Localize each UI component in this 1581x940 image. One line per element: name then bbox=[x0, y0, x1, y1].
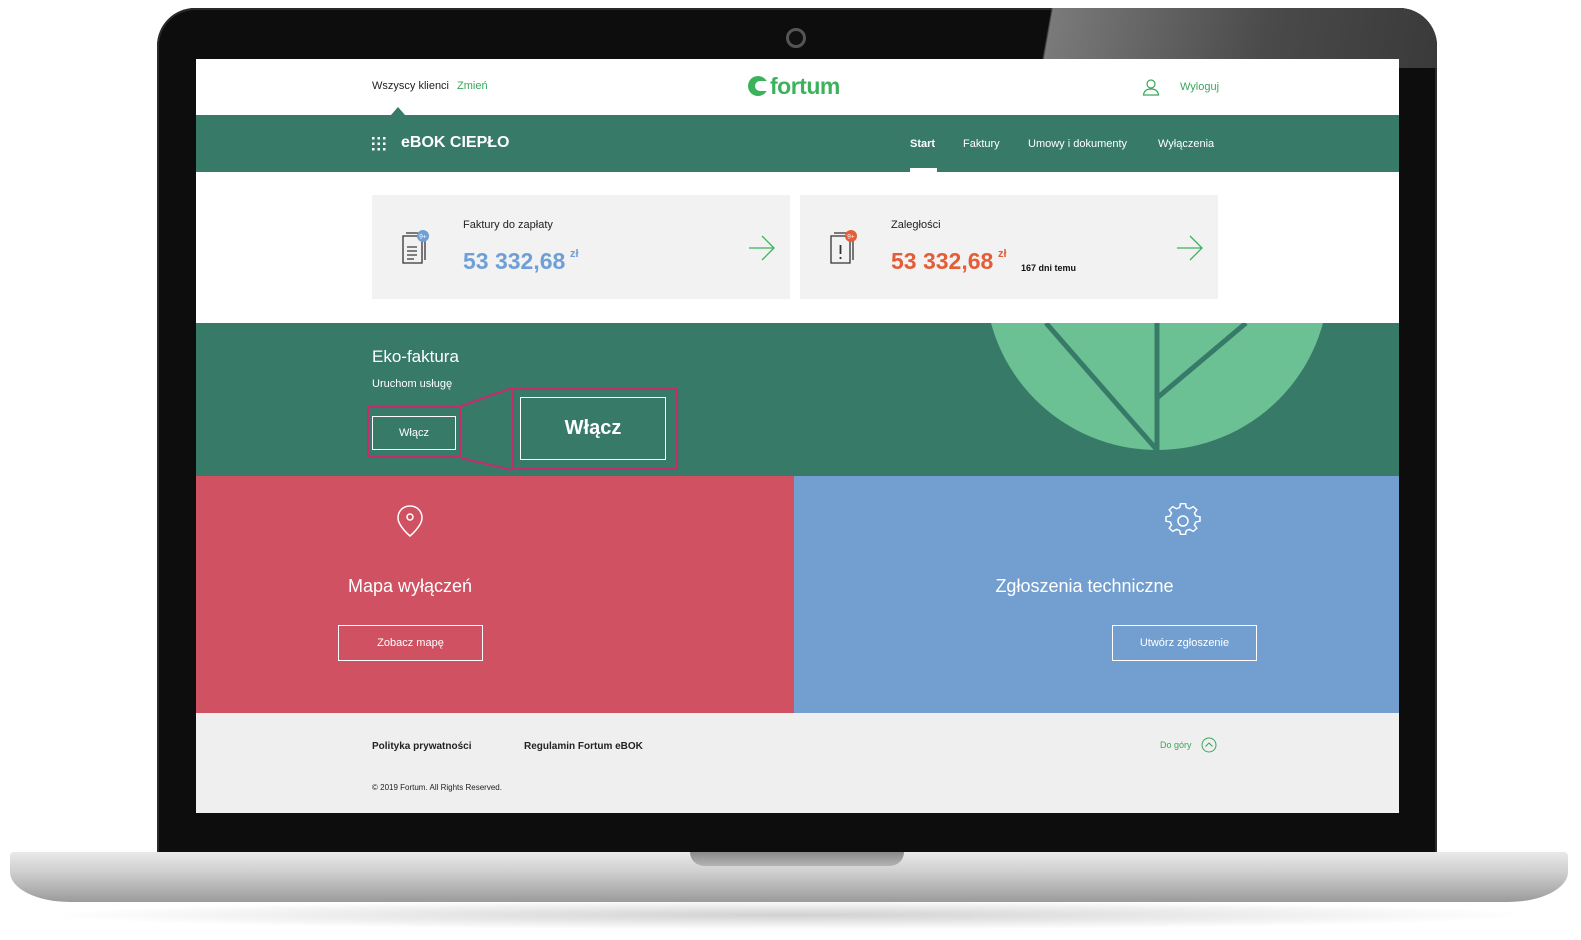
nav-start[interactable]: Start bbox=[910, 138, 935, 150]
app-title: eBOK CIEPŁO bbox=[401, 134, 510, 151]
card-amount: 53 332,68 bbox=[463, 248, 566, 274]
arrears-card[interactable]: 9+ Zaległości 53 332,68 zł 167 dni temu bbox=[800, 195, 1218, 299]
camera-icon bbox=[786, 28, 806, 48]
eko-subtitle: Uruchom usługę bbox=[372, 378, 453, 390]
change-client-link[interactable]: Zmień bbox=[457, 80, 488, 92]
arrow-right-icon[interactable] bbox=[1176, 235, 1204, 261]
card-label: Faktury do zapłaty bbox=[463, 219, 553, 231]
apps-grid-icon[interactable] bbox=[372, 137, 386, 151]
tile-title: Mapa wyłączeń bbox=[347, 576, 473, 596]
eko-title: Eko-faktura bbox=[372, 347, 459, 366]
back-to-top-link[interactable]: Do góry bbox=[1160, 740, 1192, 750]
clients-label: Wszyscy klienci bbox=[372, 80, 450, 92]
arrears-document-icon: 9+ bbox=[830, 230, 857, 264]
see-map-button[interactable]: Zobacz mapę bbox=[338, 625, 483, 661]
nav-faktury[interactable]: Faktury bbox=[963, 138, 1000, 150]
invoice-badge: 9+ bbox=[419, 233, 427, 240]
privacy-policy-link[interactable]: Polityka prywatności bbox=[372, 741, 471, 752]
arrears-badge: 9+ bbox=[847, 233, 855, 240]
chevron-up-circle-icon[interactable] bbox=[1201, 737, 1217, 753]
highlight-box-small bbox=[367, 406, 461, 458]
arrow-right-icon[interactable] bbox=[748, 235, 776, 261]
invoices-to-pay-card[interactable]: 9+ Faktury do zapłaty 53 332,68 zł bbox=[372, 195, 790, 299]
enable-eko-button-zoomed[interactable]: Włącz bbox=[520, 397, 666, 460]
nav-umowy-i-dokumenty[interactable]: Umowy i dokumenty bbox=[1028, 138, 1127, 150]
main-navbar: eBOK CIEPŁO Start Faktury Umowy i dokume… bbox=[196, 115, 1399, 172]
invoice-document-icon: 9+ bbox=[402, 230, 429, 264]
fortum-logo[interactable]: fortum bbox=[748, 71, 840, 101]
summary-cards: 9+ Faktury do zapłaty 53 332,68 zł 9+ Za… bbox=[196, 172, 1399, 323]
screen: Wszyscy klienci Zmień fortum Wyloguj eBO… bbox=[196, 59, 1399, 813]
tile-title: Zgłoszenia techniczne bbox=[995, 576, 1174, 596]
outage-map-tile: Mapa wyłączeń Zobacz mapę bbox=[196, 476, 794, 713]
gear-icon bbox=[1165, 503, 1201, 535]
laptop-notch bbox=[690, 852, 904, 866]
overdue-days: 167 dni temu bbox=[1021, 263, 1077, 273]
eko-invoice-banner: Eko-faktura Uruchom usługę Włącz Włącz bbox=[196, 323, 1399, 476]
fortum-logo-mark-icon bbox=[748, 76, 768, 96]
logout-link[interactable]: Wyloguj bbox=[1180, 81, 1219, 93]
card-currency: zł bbox=[570, 248, 579, 260]
technical-requests-tile: Zgłoszenia techniczne Utwórz zgłoszenie bbox=[794, 476, 1399, 713]
user-icon[interactable] bbox=[1142, 78, 1160, 96]
card-label: Zaległości bbox=[891, 219, 941, 231]
terms-link[interactable]: Regulamin Fortum eBOK bbox=[524, 741, 643, 752]
create-request-button[interactable]: Utwórz zgłoszenie bbox=[1112, 625, 1257, 661]
copyright-text: © 2019 Fortum. All Rights Reserved. bbox=[372, 783, 502, 792]
map-pin-icon bbox=[397, 505, 423, 537]
leaf-illustration-icon bbox=[991, 323, 1323, 452]
laptop-shadow bbox=[40, 900, 1540, 930]
nav-wylaczenia[interactable]: Wyłączenia bbox=[1158, 138, 1214, 150]
top-bar: Wszyscy klienci Zmień fortum Wyloguj bbox=[196, 59, 1399, 115]
logo-text: fortum bbox=[770, 72, 840, 99]
footer: Polityka prywatności Regulamin Fortum eB… bbox=[196, 713, 1399, 813]
card-amount: 53 332,68 bbox=[891, 248, 994, 274]
client-pointer bbox=[391, 107, 405, 115]
card-currency: zł bbox=[998, 248, 1007, 260]
